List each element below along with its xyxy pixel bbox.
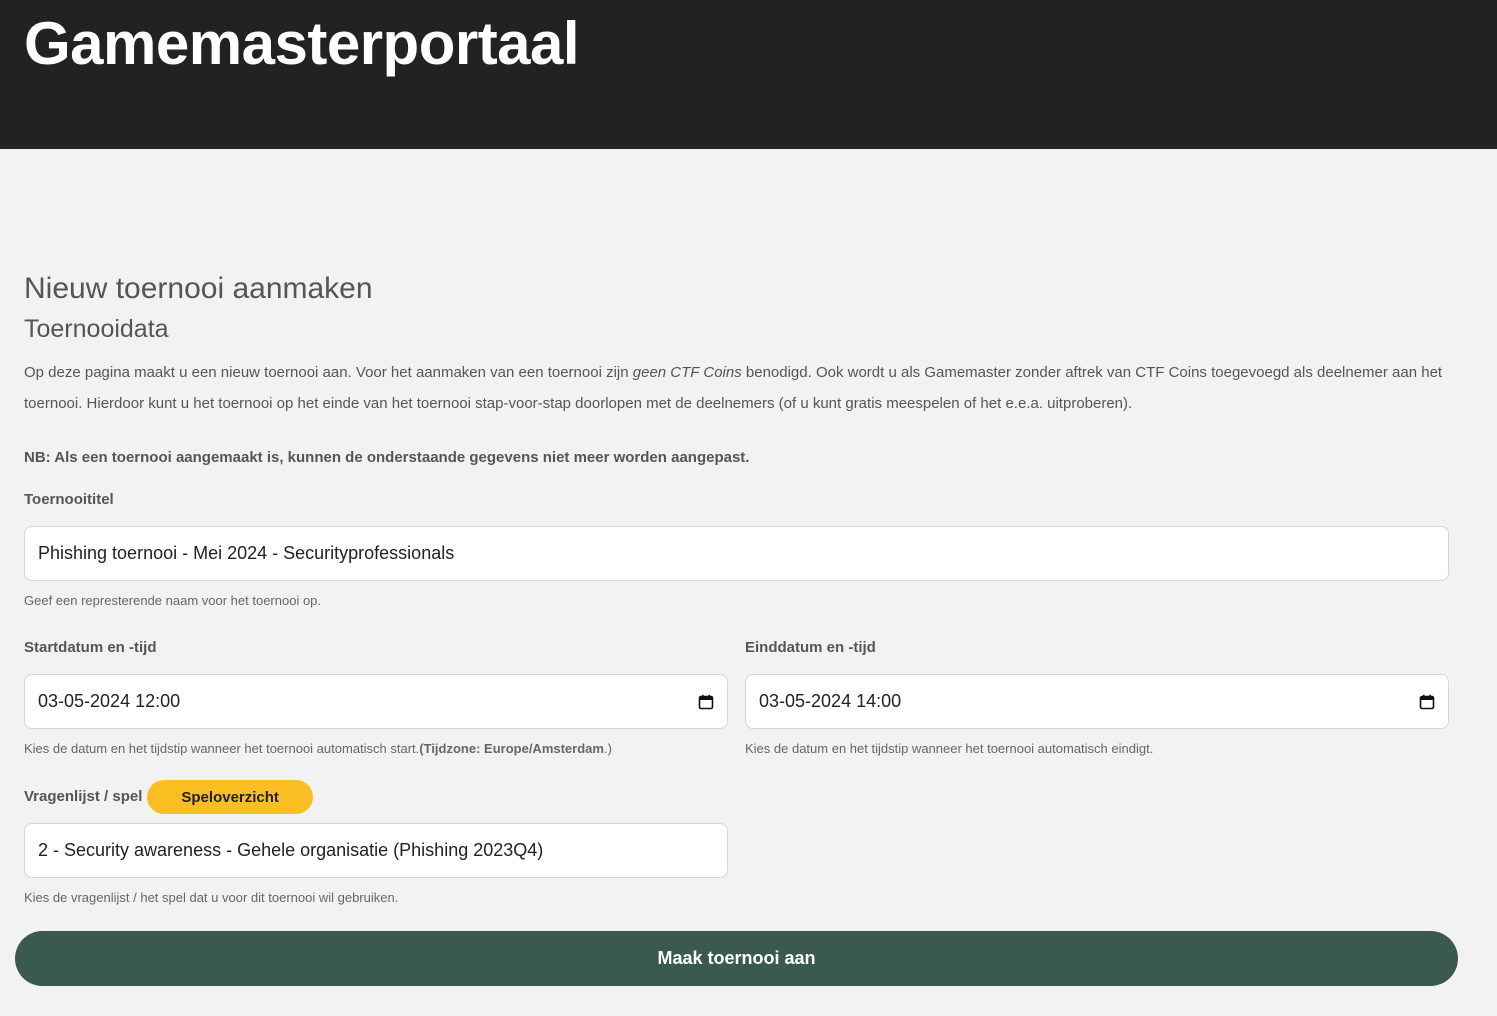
section-title: Toernooidata [24,315,169,343]
calendar-icon[interactable] [698,694,714,710]
end-datetime-input[interactable]: 03-05-2024 14:00 [745,674,1449,729]
start-help-timezone: (Tijdzone: Europe/Amsterdam [419,741,604,756]
title-help: Geef een represterende naam voor het toe… [24,593,322,608]
intro-text: Op deze pagina maakt u een nieuw toernoo… [24,357,1444,419]
title-value: Phishing toernooi - Mei 2024 - Securityp… [38,543,455,563]
title-input[interactable]: Phishing toernooi - Mei 2024 - Securityp… [24,526,1449,581]
start-help-tail: .) [603,741,612,756]
note-text: NB: Als een toernooi aangemaakt is, kunn… [24,449,750,466]
end-label: Einddatum en -tijd [745,639,876,656]
game-overview-button[interactable]: Speloverzicht [147,780,313,814]
end-group: Einddatum en -tijd 03-05-2024 14:00 Kies… [745,638,1449,758]
start-help-text: Kies de datum en het tijdstip wanneer he… [24,741,420,756]
start-value: 03-05-2024 12:00 [38,691,181,711]
create-tournament-button[interactable]: Maak toernooi aan [15,931,1458,986]
game-group: Vragenlijst / spel Speloverzicht 2 - Sec… [24,780,728,907]
end-value: 03-05-2024 14:00 [759,691,902,711]
page-title: Nieuw toernooi aanmaken [24,272,373,305]
intro-emphasis: geen CTF Coins [632,364,742,381]
calendar-icon[interactable] [1419,694,1435,710]
game-value: 2 - Security awareness - Gehele organisa… [38,840,544,860]
start-group: Startdatum en -tijd 03-05-2024 12:00 Kie… [24,638,728,758]
start-datetime-input[interactable]: 03-05-2024 12:00 [24,674,728,729]
start-help: Kies de datum en het tijdstip wanneer he… [24,740,728,758]
game-help: Kies de vragenlijst / het spel dat u voo… [24,890,399,905]
end-help: Kies de datum en het tijdstip wanneer he… [745,741,1154,756]
title-label: Toernooititel [24,491,114,508]
main-content: Nieuw toernooi aanmaken Toernooidata Op … [24,270,1449,468]
game-select[interactable]: 2 - Security awareness - Gehele organisa… [24,823,728,878]
portal-title: Gamemasterportaal [24,10,580,77]
title-group: Toernooititel Phishing toernooi - Mei 20… [24,490,1449,610]
intro-part-1: Op deze pagina maakt u een nieuw toernoo… [24,364,633,381]
page-header: Gamemasterportaal [0,0,1497,149]
start-label: Startdatum en -tijd [24,639,157,656]
game-label: Vragenlijst / spel [24,788,143,805]
